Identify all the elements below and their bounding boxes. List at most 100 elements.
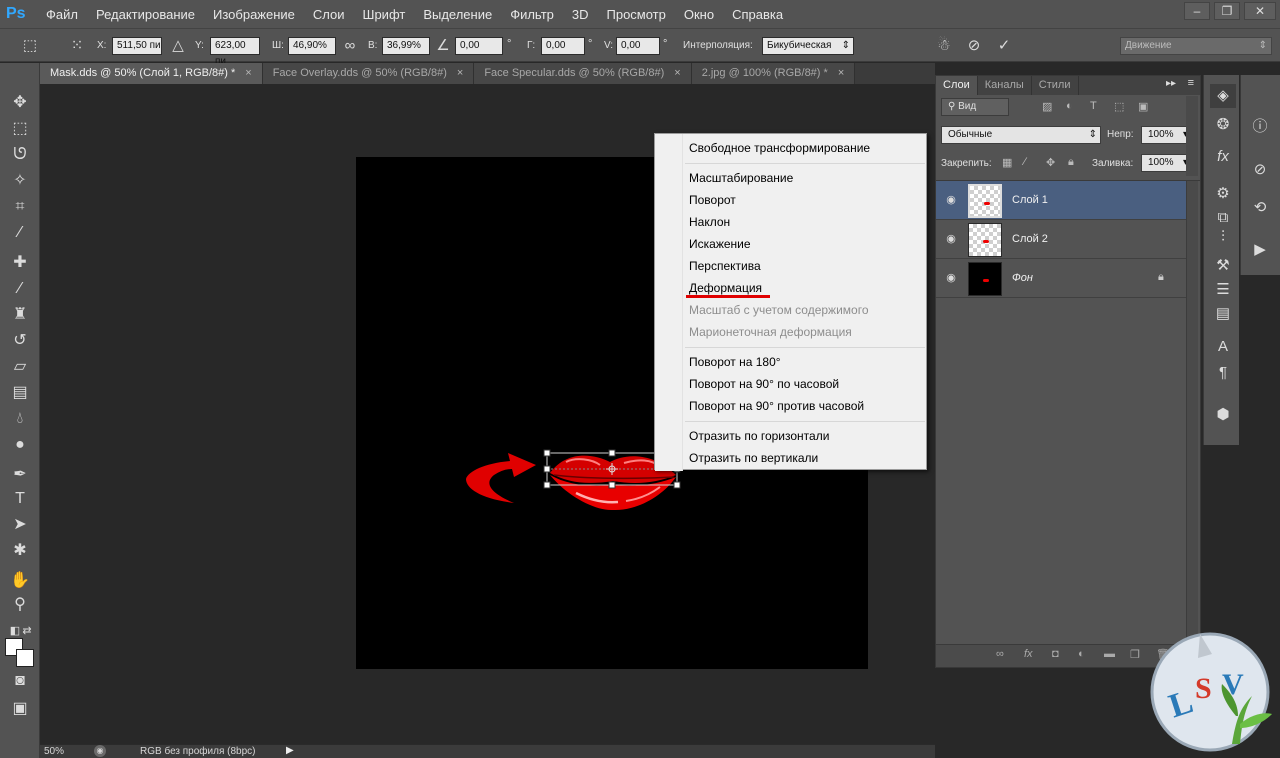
y-input[interactable]: 623,00 пи [210,37,260,67]
lock-all-icon[interactable]: 🔒︎ [1068,156,1074,169]
angle-input[interactable]: 0,00 [455,37,503,55]
menu-filter[interactable]: Фильтр [510,7,554,22]
menu-item-flip-horizontal[interactable]: Отразить по горизонтали [689,429,829,443]
hskew-input[interactable]: 0,00 [541,37,585,55]
tab-close-icon[interactable]: × [457,63,463,84]
tab-face-specular[interactable]: Face Specular.dds @ 50% (RGB/8#) × [474,63,692,84]
tab-styles[interactable]: Стили [1032,76,1079,95]
collapse-panel-icon[interactable]: ▸▸ [1166,78,1176,89]
x-input[interactable]: 511,50 пи [112,37,162,55]
menu-item-distort[interactable]: Искажение [689,237,751,251]
vskew-input[interactable]: 0,00 [616,37,660,55]
menu-item-rotate[interactable]: Поворот [689,193,736,207]
tab-close-icon[interactable]: × [838,63,844,84]
blend-mode-select[interactable]: Обычные ⇕ [941,126,1101,144]
dodge-tool-icon[interactable]: ● [7,433,33,457]
tab-layers[interactable]: Слои [936,76,978,95]
height-input[interactable]: 36,99% [382,37,430,55]
menu-item-rotate-90-cw[interactable]: Поворот на 90° по часовой [689,377,839,391]
layer-filter-select[interactable]: ⚲ Вид [941,98,1009,116]
history-brush-panel-icon[interactable]: ⟲ [1247,196,1273,220]
interpolation-select[interactable]: Бикубическая ⇕ [762,37,854,55]
screen-mode-icon[interactable]: ▣ [7,697,33,721]
pen-tool-icon[interactable]: ✒ [7,463,33,487]
link-layers-icon[interactable]: ∞ [996,648,1004,660]
layer-name[interactable]: Слой 1 [1012,194,1048,206]
menu-item-warp[interactable]: Деформация [689,281,762,295]
menu-window[interactable]: Окно [684,7,714,22]
layers-scrollbar[interactable] [1186,181,1198,643]
menu-item-skew[interactable]: Наклон [689,215,730,229]
add-mask-icon[interactable]: ◘ [1052,648,1059,660]
move-tool-icon[interactable]: ✥ [7,91,33,115]
lock-position-icon[interactable]: ✥ [1046,156,1055,169]
layer-row-layer1[interactable]: ◉ Слой 1 [936,181,1186,220]
width-input[interactable]: 46,90% [288,37,336,55]
filter-smart-object-icon[interactable]: ▣ [1138,100,1148,113]
layer-row-layer2[interactable]: ◉ Слой 2 [936,220,1186,259]
commit-transform-icon[interactable]: ✓ [994,37,1014,55]
relative-position-icon[interactable]: △ [168,37,188,55]
path-selection-tool-icon[interactable]: ➤ [7,513,33,537]
navigator-panel-icon[interactable]: ⊘ [1247,158,1273,182]
hand-tool-icon[interactable]: ✋ [7,569,33,593]
history-panel-icon[interactable]: ⫶ [1210,225,1236,249]
layer-row-background[interactable]: ◉ Фон 🔒︎ [936,259,1186,298]
brush-tool-icon[interactable]: ∕ [7,277,33,301]
3d-panel-icon[interactable]: ⬢ [1210,403,1236,427]
workspace-select[interactable]: Движение ⇕ [1120,37,1272,55]
custom-shape-tool-icon[interactable]: ✱ [7,539,33,563]
play-action-icon[interactable]: ▶ [1247,238,1273,262]
menu-3d[interactable]: 3D [572,7,589,22]
lock-transparent-icon[interactable]: ▦ [1002,156,1012,169]
healing-brush-tool-icon[interactable]: ✚ [7,251,33,275]
eraser-tool-icon[interactable]: ▱ [7,355,33,379]
visibility-eye-icon[interactable]: ◉ [944,193,958,207]
menu-item-perspective[interactable]: Перспектива [689,259,761,273]
menu-image[interactable]: Изображение [213,7,295,22]
tab-close-icon[interactable]: × [674,63,680,84]
menu-file[interactable]: Файл [46,7,78,22]
character-panel-icon[interactable]: A [1210,335,1236,359]
tab-face-overlay[interactable]: Face Overlay.dds @ 50% (RGB/8#) × [262,63,475,84]
lasso-tool-icon[interactable]: ᘎ [7,143,33,167]
filter-shape-icon[interactable]: ⬚ [1114,100,1124,113]
paragraph-panel-icon[interactable]: ¶ [1210,361,1236,385]
zoom-tool-icon[interactable]: ⚲ [7,593,33,617]
tab-mask-dds[interactable]: Mask.dds @ 50% (Слой 1, RGB/8#) * × [40,63,263,84]
type-tool-icon[interactable]: T [7,487,33,511]
menu-layers[interactable]: Слои [313,7,345,22]
menu-type[interactable]: Шрифт [363,7,406,22]
new-layer-icon[interactable]: ❐ [1130,648,1140,661]
layers-panel-icon[interactable]: ◈ [1210,84,1236,108]
minimize-button[interactable]: – [1184,2,1210,20]
menu-item-free-transform[interactable]: Свободное трансформирование [689,141,870,155]
status-info-icon[interactable]: ◉ [94,745,106,757]
adjustment-layer-icon[interactable]: ◐ [1078,648,1085,660]
filter-pixel-icon[interactable]: ▨ [1042,100,1052,113]
options-scrollbar[interactable] [1186,96,1198,176]
link-icon[interactable]: ∞ [340,37,360,55]
menu-item-scale[interactable]: Масштабирование [689,171,793,185]
eyedropper-tool-icon[interactable]: ⁄ [7,221,33,245]
status-menu-arrow-icon[interactable]: ▶ [286,745,294,756]
brushes-panel-icon[interactable]: ⚒ [1210,254,1236,278]
gradient-tool-icon[interactable]: ▤ [7,381,33,405]
styles-panel-icon[interactable]: fx [1210,145,1236,169]
marquee-tool-icon[interactable]: ⬚ [7,117,33,141]
layer-name[interactable]: Слой 2 [1012,233,1048,245]
reference-point-icon[interactable]: ⁙ [67,37,87,55]
menu-help[interactable]: Справка [732,7,783,22]
new-group-icon[interactable]: ▬ [1104,648,1115,660]
menu-select[interactable]: Выделение [423,7,492,22]
menu-edit[interactable]: Редактирование [96,7,195,22]
magic-wand-tool-icon[interactable]: ✧ [7,169,33,193]
adjustments-panel-icon[interactable]: ☰ [1210,278,1236,302]
lock-image-icon[interactable]: ∕ [1024,156,1026,168]
clone-stamp-tool-icon[interactable]: ♜ [7,303,33,327]
close-window-button[interactable]: ✕ [1244,2,1276,20]
blur-tool-icon[interactable]: 💧︎ [7,407,33,431]
filter-type-icon[interactable]: T [1090,100,1097,112]
zoom-level[interactable]: 50% [44,746,64,757]
channels-panel-icon[interactable]: ❂ [1210,113,1236,137]
